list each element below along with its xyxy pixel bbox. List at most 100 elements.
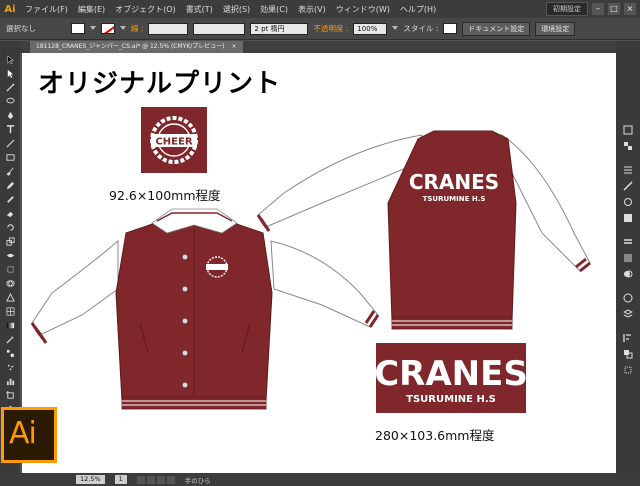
- rotate-tool-icon[interactable]: [6, 223, 15, 232]
- status-bar: 12.5% 1 手のひら: [0, 473, 640, 486]
- chevron-down-icon[interactable]: [90, 25, 96, 32]
- selection-status: 選択なし: [6, 24, 36, 33]
- artboard-number-field[interactable]: 1: [114, 475, 127, 484]
- transparency-panel-icon[interactable]: [623, 269, 633, 279]
- brush-field[interactable]: 2 pt 楕円: [250, 22, 309, 35]
- preferences-button[interactable]: 環境設定: [535, 21, 576, 36]
- gradient-panel-icon[interactable]: [623, 253, 633, 263]
- document-tab[interactable]: 181128_CRANES_ジャンパー_CS.ai* @ 12.5% (CMYK…: [30, 41, 243, 53]
- mesh-tool-icon[interactable]: [6, 307, 15, 316]
- layers-panel-icon[interactable]: [623, 309, 633, 319]
- variable-width-field[interactable]: [193, 22, 246, 35]
- paintbrush-tool-icon[interactable]: [6, 167, 15, 176]
- blob-brush-icon[interactable]: [6, 195, 15, 204]
- cranes-logo: CRANES TSURUMINE H.S: [374, 343, 528, 413]
- menu-file[interactable]: ファイル(F): [20, 4, 73, 15]
- front-jacket: [30, 208, 380, 410]
- free-transform-icon[interactable]: [6, 265, 15, 274]
- artboard[interactable]: CRANES TSURUMINE H.S オリジナルプリント CHEER 92.…: [22, 53, 616, 473]
- shape-builder-icon[interactable]: [6, 279, 15, 288]
- app-logo: Ai: [4, 3, 16, 15]
- illustrator-window: Ai ファイル(F) 編集(E) オブジェクト(O) 書式(T) 選択(S) 効…: [0, 0, 640, 486]
- type-tool-icon[interactable]: [6, 125, 15, 134]
- stroke-label[interactable]: 線 :: [131, 23, 143, 34]
- rectangle-tool-icon[interactable]: [6, 153, 15, 162]
- style-label: スタイル :: [403, 24, 439, 33]
- menu-effect[interactable]: 効果(C): [255, 4, 293, 15]
- jacket-illustrations: CRANES TSURUMINE H.S: [30, 130, 591, 410]
- graphic-styles-icon[interactable]: [623, 213, 633, 223]
- column-graph-icon[interactable]: [6, 377, 15, 386]
- cranes-logo-main: CRANES: [376, 354, 526, 394]
- minimize-button[interactable]: –: [592, 3, 604, 15]
- panel-dock: [616, 41, 640, 473]
- magic-wand-icon[interactable]: [6, 83, 15, 92]
- opacity-field[interactable]: 100%: [353, 22, 388, 35]
- next-artboard-button[interactable]: [156, 475, 165, 484]
- close-icon[interactable]: ×: [232, 43, 237, 50]
- cranes-logo-size: 280×103.6mm程度: [375, 428, 495, 443]
- last-artboard-button[interactable]: [166, 475, 175, 484]
- stroke-panel-icon[interactable]: [623, 237, 633, 247]
- artboard-title: オリジナルプリント: [38, 69, 282, 99]
- document-setup-button[interactable]: ドキュメント設定: [462, 21, 531, 36]
- chevron-down-icon[interactable]: [120, 25, 126, 32]
- color-guide-icon[interactable]: [623, 141, 633, 151]
- transform-panel-icon[interactable]: [623, 365, 633, 375]
- artboard-tool-icon[interactable]: [6, 391, 15, 400]
- brushes-panel-icon[interactable]: [623, 181, 633, 191]
- menu-object[interactable]: オブジェクト(O): [110, 4, 181, 15]
- cheer-logo: CHEER: [141, 107, 207, 173]
- gradient-tool-icon[interactable]: [6, 321, 15, 330]
- symbols-panel-icon[interactable]: [623, 197, 633, 207]
- eraser-tool-icon[interactable]: [6, 209, 15, 218]
- current-tool-status: 手のひら: [184, 476, 211, 485]
- color-panel-icon[interactable]: [623, 125, 633, 135]
- symbol-sprayer-icon[interactable]: [6, 363, 15, 372]
- eyedropper-tool-icon[interactable]: [6, 335, 15, 344]
- zoom-field[interactable]: 12.5%: [76, 475, 105, 484]
- stroke-swatch[interactable]: [101, 23, 115, 34]
- lasso-tool-icon[interactable]: [6, 97, 15, 106]
- menu-bar: Ai ファイル(F) 編集(E) オブジェクト(O) 書式(T) 選択(S) 効…: [0, 0, 640, 18]
- pencil-tool-icon[interactable]: [6, 181, 15, 190]
- selection-tool-icon[interactable]: [6, 55, 15, 64]
- perspective-grid-icon[interactable]: [6, 293, 15, 302]
- menu-select[interactable]: 選択(S): [218, 4, 255, 15]
- menu-view[interactable]: 表示(V): [293, 4, 331, 15]
- svg-text:CRANES: CRANES: [409, 170, 499, 194]
- document-tab-bar: 181128_CRANES_ジャンパー_CS.ai* @ 12.5% (CMYK…: [20, 41, 624, 53]
- chevron-down-icon[interactable]: [392, 25, 399, 32]
- cranes-logo-sub: TSURUMINE H.S: [406, 394, 496, 405]
- menu-type[interactable]: 書式(T): [181, 4, 218, 15]
- cheer-logo-text: CHEER: [155, 137, 192, 148]
- style-swatch[interactable]: [443, 23, 458, 34]
- align-panel-icon[interactable]: [623, 333, 633, 343]
- menu-edit[interactable]: 編集(E): [73, 4, 110, 15]
- first-artboard-button[interactable]: [136, 475, 145, 484]
- svg-text:TSURUMINE H.S: TSURUMINE H.S: [423, 195, 486, 203]
- previous-artboard-button[interactable]: [146, 475, 155, 484]
- scale-tool-icon[interactable]: [6, 237, 15, 246]
- pen-tool-icon[interactable]: [6, 111, 15, 120]
- menu-window[interactable]: ウィンドウ(W): [331, 4, 395, 15]
- opacity-label[interactable]: 不透明度 :: [313, 23, 348, 34]
- artboard-nav: [136, 475, 175, 484]
- illustrator-badge: Ai: [1, 407, 57, 463]
- menubar-right: 初期設定 – □ ×: [546, 2, 640, 16]
- direct-selection-tool-icon[interactable]: [6, 69, 15, 78]
- line-tool-icon[interactable]: [6, 139, 15, 148]
- appearance-panel-icon[interactable]: [623, 293, 633, 303]
- swatches-panel-icon[interactable]: [623, 165, 633, 175]
- fill-swatch[interactable]: [71, 23, 85, 34]
- stroke-weight-field[interactable]: [148, 22, 189, 35]
- blend-tool-icon[interactable]: [6, 349, 15, 358]
- cheer-logo-size: 92.6×100mm程度: [109, 188, 221, 203]
- width-tool-icon[interactable]: [6, 251, 15, 260]
- control-bar: 選択なし 線 : 2 pt 楕円 不透明度 : 100% スタイル : ドキュメ…: [0, 18, 640, 40]
- menu-help[interactable]: ヘルプ(H): [395, 4, 441, 15]
- close-button[interactable]: ×: [624, 3, 636, 15]
- workspace-switcher[interactable]: 初期設定: [546, 2, 588, 16]
- maximize-button[interactable]: □: [608, 3, 620, 15]
- pathfinder-panel-icon[interactable]: [623, 349, 633, 359]
